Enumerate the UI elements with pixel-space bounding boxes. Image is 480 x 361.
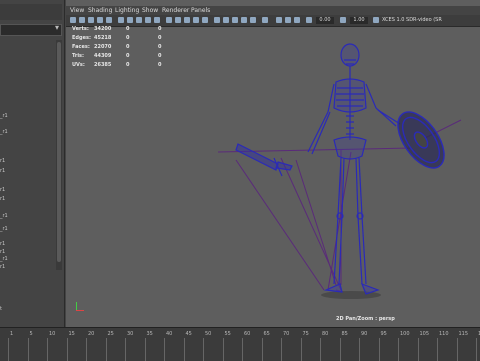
axis-y-indicator (76, 302, 77, 310)
outliner-panel: ▾ _r1 _r1 r1 r1 r1 r1 _r1 _r1 r1 r1 _r1 … (0, 0, 65, 327)
outliner-item[interactable]: _r1 (0, 256, 14, 262)
axis-x-indicator (76, 310, 84, 311)
timeline-frame-label: 115 (458, 331, 469, 337)
timeline-frame-label: 105 (419, 331, 430, 337)
timeline-tick (203, 338, 204, 361)
timeline-frame-label: 75 (302, 331, 309, 337)
timeline-tick (183, 338, 185, 361)
timeline-tick (222, 338, 224, 361)
timeline-frame-label: 95 (380, 331, 387, 337)
timeline-tick (281, 338, 282, 361)
timeline-tick (261, 338, 263, 361)
timeline-tick (339, 338, 341, 361)
outliner-item[interactable]: r1 (0, 187, 14, 193)
timeline-tick (242, 338, 243, 361)
timeline-frame-label: 50 (205, 331, 212, 337)
outliner-item[interactable]: _r1 (0, 129, 14, 135)
viewport-panel[interactable]: View Shading Lighting Show Renderer Pane… (66, 0, 480, 327)
timeline-frame-label: 55 (224, 331, 231, 337)
timeline-frame-label: 110 (439, 331, 449, 337)
timeline-tick (164, 338, 165, 361)
timeline-frame-label: 80 (322, 331, 329, 337)
scene-viewport-canvas[interactable] (66, 0, 480, 327)
timeline-tick (476, 338, 477, 361)
timeline-frame-label: 60 (244, 331, 251, 337)
outliner-filter-field[interactable]: ▾ (0, 23, 62, 36)
timeline-frame-label: 45 (185, 331, 192, 337)
outliner-item[interactable]: r1 (0, 264, 14, 270)
timeline-tick (47, 338, 48, 361)
timeline-tick (27, 338, 29, 361)
outliner-scrollbar[interactable] (56, 40, 62, 270)
timeline-tick (320, 338, 321, 361)
timeline-frame-label: 35 (146, 331, 153, 337)
scrollbar-thumb[interactable] (57, 42, 61, 262)
timeline-frame-label: 65 (263, 331, 270, 337)
timeline-frame-label: 85 (341, 331, 348, 337)
timeline-tick (456, 338, 458, 361)
outliner-item[interactable]: r1 (0, 168, 14, 174)
timeline-tick (398, 338, 399, 361)
timeline-tick (417, 338, 419, 361)
timeline-frame-label: 25 (107, 331, 114, 337)
timeline-frame-label: 30 (127, 331, 134, 337)
outliner-item[interactable]: r1 (0, 241, 14, 247)
shield-mesh[interactable] (389, 104, 454, 176)
timeline-frame-label: 90 (361, 331, 368, 337)
timeline-frame-label: 15 (68, 331, 75, 337)
skeleton-mesh[interactable] (307, 43, 401, 295)
timeline-frame-label: 40 (166, 331, 173, 337)
timeline-tick (359, 338, 360, 361)
camera-name-label: 2D Pan/Zoom : persp (336, 316, 395, 322)
timeline-tick (437, 338, 438, 361)
timeline-frame-label: 1 (10, 331, 14, 337)
timeline-ticks: 1 5 10 15 20 25 30 35 40 45 50 55 60 65 70 75 80 85 90 95 10… (0, 328, 480, 361)
timeline-tick (144, 338, 146, 361)
timeline-tick (105, 338, 107, 361)
timeline-frame-label: 5 (29, 331, 33, 337)
timeline-tick (86, 338, 87, 361)
outliner-item[interactable]: r1 (0, 249, 14, 255)
outliner-item[interactable]: r1 (0, 158, 14, 164)
timeline-tick (125, 338, 126, 361)
sword-mesh[interactable] (235, 143, 293, 177)
timeline-tick (378, 338, 380, 361)
chevron-down-icon[interactable]: ▾ (55, 23, 59, 32)
outliner-item[interactable]: t (0, 306, 14, 312)
timeline-frame-label: 100 (400, 331, 410, 337)
timeline-tick (300, 338, 302, 361)
outliner-item[interactable]: _r1 (0, 113, 14, 119)
outliner-header (0, 4, 62, 20)
timeline-tick (8, 338, 9, 361)
time-slider[interactable]: 1 5 10 15 20 25 30 35 40 45 50 55 60 65 70 75 80 85 90 95 10… (0, 327, 480, 361)
timeline-frame-label: 70 (283, 331, 290, 337)
timeline-frame-label: 10 (49, 331, 56, 337)
outliner-item[interactable]: _r1 (0, 226, 14, 232)
outliner-item[interactable]: r1 (0, 196, 14, 202)
outliner-item[interactable]: _r1 (0, 213, 14, 219)
timeline-tick (66, 338, 68, 361)
timeline-frame-label: 20 (88, 331, 95, 337)
